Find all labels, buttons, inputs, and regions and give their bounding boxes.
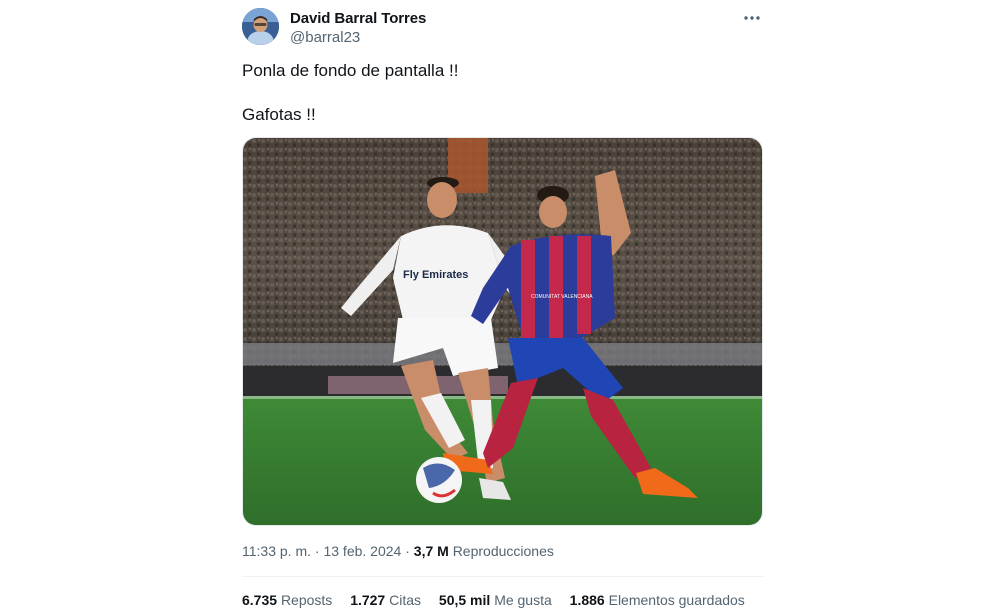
stat-number: 1.886: [569, 592, 605, 608]
author-display-name[interactable]: David Barral Torres: [290, 10, 426, 27]
divider: [242, 576, 764, 577]
tweet-meta: 11:33 p. m. · 13 feb. 2024 · 3,7 M Repro…: [242, 543, 554, 559]
stat-label: Citas: [389, 592, 422, 608]
tweet-text-line: Gafotas !!: [242, 105, 316, 124]
tweet-time[interactable]: 11:33 p. m.: [242, 543, 311, 559]
stat-number: 6.735: [242, 592, 278, 608]
separator-dot: ·: [401, 543, 414, 559]
tweet-text-line: Ponla de fondo de pantalla !!: [242, 61, 459, 80]
stat-label: Reposts: [280, 592, 333, 608]
tweet: David Barral Torres @barral23 Ponla de f…: [242, 0, 764, 609]
tweet-date[interactable]: 13 feb. 2024: [323, 543, 401, 559]
kit-sponsor-text: COMUNITAT VALENCIANA: [531, 294, 593, 300]
stat-label: Elementos guardados: [608, 592, 745, 608]
views-count: 3,7 M: [413, 543, 449, 559]
kit-sponsor-text: Fly Emirates: [403, 269, 468, 281]
bookmarks-stat[interactable]: 1.886 Elementos guardados: [570, 592, 745, 608]
avatar-image: [242, 8, 279, 45]
more-horizontal-icon: [744, 16, 760, 20]
quotes-stat[interactable]: 1.727 Citas: [350, 592, 421, 608]
reposts-stat[interactable]: 6.735 Reposts: [242, 592, 332, 608]
stat-label: Me gusta: [494, 592, 552, 608]
football-match-photo: Fly Emirates COMUNITAT VALENCIANA: [243, 138, 762, 525]
separator-dot: ·: [311, 543, 324, 559]
tweet-photo[interactable]: Fly Emirates COMUNITAT VALENCIANA: [242, 137, 763, 526]
more-options-button[interactable]: [742, 5, 762, 29]
avatar[interactable]: [242, 8, 279, 45]
engagement-stats: 6.735 Reposts 1.727 Citas 50,5 mil Me gu…: [242, 592, 759, 608]
views-label: Reproducciones: [452, 543, 554, 559]
stat-number: 1.727: [350, 592, 386, 608]
author-handle[interactable]: @barral23: [290, 29, 360, 46]
stat-number: 50,5 mil: [438, 592, 491, 608]
likes-stat[interactable]: 50,5 mil Me gusta: [439, 592, 552, 608]
